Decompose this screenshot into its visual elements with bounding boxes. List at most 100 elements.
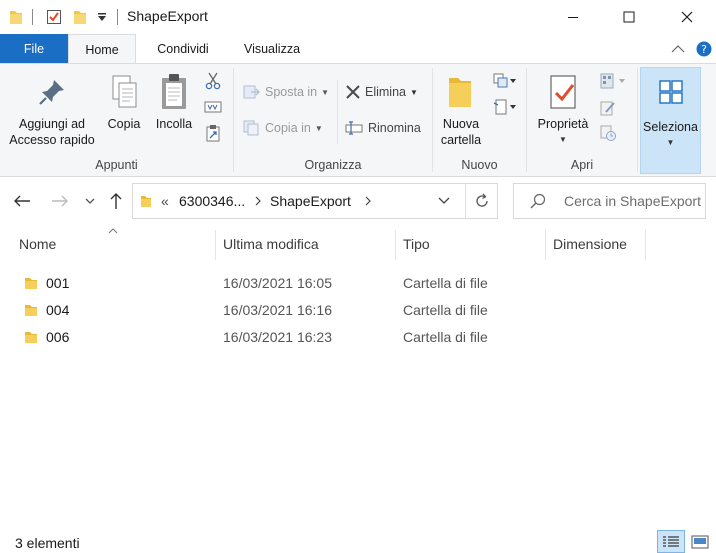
- file-modified: 16/03/2021 16:05: [223, 275, 332, 291]
- up-arrow-icon[interactable]: [105, 184, 127, 218]
- column-divider[interactable]: [395, 230, 396, 260]
- close-button[interactable]: [658, 0, 716, 34]
- file-row[interactable]: 004 16/03/2021 16:16 Cartella di file: [10, 297, 705, 323]
- column-header-size[interactable]: Dimensione: [553, 236, 627, 252]
- copy-icon: [104, 72, 144, 112]
- search-box[interactable]: Cerca in ShapeExport: [513, 183, 706, 219]
- file-type: Cartella di file: [403, 329, 488, 345]
- open-icon[interactable]: [596, 70, 630, 92]
- group-separator: [432, 68, 433, 172]
- paste-button[interactable]: Incolla: [150, 72, 198, 132]
- new-folder-button[interactable]: Nuova cartella: [436, 72, 486, 148]
- rename-button[interactable]: Rinomina: [345, 118, 421, 138]
- history-icon[interactable]: [596, 122, 620, 144]
- column-header-type[interactable]: Tipo: [403, 236, 430, 252]
- rename-label: Rinomina: [368, 121, 421, 135]
- select-icon: [641, 70, 700, 114]
- new-folder-icon: [436, 72, 486, 112]
- tab-file[interactable]: File: [0, 34, 68, 63]
- breadcrumb-chevron-icon[interactable]: [250, 184, 266, 218]
- pin-label-line2: Accesso rapido: [9, 133, 95, 147]
- address-bar[interactable]: « 6300346... ShapeExport: [132, 183, 498, 219]
- customize-toolbar-icon[interactable]: [94, 0, 110, 34]
- cut-icon[interactable]: [203, 70, 223, 92]
- column-divider[interactable]: [215, 230, 216, 260]
- file-modified: 16/03/2021 16:16: [223, 302, 332, 318]
- breadcrumb-segment-current[interactable]: ShapeExport: [270, 193, 351, 209]
- new-folder-label-line2: cartella: [440, 133, 482, 147]
- minimize-button[interactable]: [544, 0, 602, 34]
- tab-condividi[interactable]: Condividi: [143, 34, 223, 63]
- column-header-modified[interactable]: Ultima modifica: [223, 236, 319, 252]
- select-button[interactable]: Seleziona ▼: [640, 67, 701, 174]
- properties-check-icon[interactable]: [44, 0, 64, 34]
- move-to-button[interactable]: Sposta in ▼: [243, 82, 329, 102]
- status-item-count: 3 elementi: [15, 535, 80, 551]
- pin-icon: [4, 72, 100, 112]
- breadcrumb-segment-parent[interactable]: 6300346...: [179, 193, 245, 209]
- properties-label: Proprietà: [537, 117, 589, 131]
- address-dropdown-chevron-icon[interactable]: [430, 184, 458, 218]
- file-row[interactable]: 001 16/03/2021 16:05 Cartella di file: [10, 270, 705, 296]
- select-label: Seleziona: [643, 120, 698, 134]
- collapse-ribbon-icon[interactable]: [668, 34, 688, 63]
- paste-shortcut-icon[interactable]: [203, 122, 223, 144]
- delete-label: Elimina: [365, 85, 406, 99]
- refresh-icon[interactable]: [467, 184, 497, 218]
- file-row[interactable]: 006 16/03/2021 16:23 Cartella di file: [10, 324, 705, 350]
- column-divider[interactable]: [545, 230, 546, 260]
- details-view-icon: [663, 535, 679, 547]
- search-placeholder: Cerca in ShapeExport: [564, 193, 701, 209]
- properties-icon: [532, 72, 594, 112]
- back-arrow-icon[interactable]: [10, 184, 34, 218]
- file-modified: 16/03/2021 16:23: [223, 329, 332, 345]
- group-label-organizza: Organizza: [304, 158, 362, 172]
- ribbon-home: Aggiungi ad Accesso rapido Copia Incolla…: [0, 63, 716, 177]
- copy-to-button[interactable]: Copia in ▼: [243, 118, 323, 138]
- copy-label: Copia: [107, 117, 141, 131]
- edit-icon[interactable]: [596, 97, 620, 119]
- rename-icon: [345, 121, 363, 135]
- breadcrumb-chevron-icon[interactable]: [360, 184, 376, 218]
- window-title: ShapeExport: [127, 8, 208, 24]
- copy-path-icon[interactable]: [203, 97, 223, 117]
- address-folder-icon: [137, 184, 155, 218]
- properties-dropdown-icon: ▼: [559, 135, 567, 144]
- quick-access-separator: [32, 9, 33, 25]
- folder-icon: [22, 270, 40, 296]
- column-header-name[interactable]: Nome: [19, 236, 56, 252]
- delete-icon: [345, 84, 361, 100]
- easy-access-icon[interactable]: [490, 96, 520, 118]
- maximize-button[interactable]: [600, 0, 658, 34]
- large-icons-view-button[interactable]: [686, 530, 714, 553]
- move-icon: [243, 84, 261, 100]
- pin-label-line1: Aggiungi ad: [18, 117, 86, 131]
- tab-visualizza[interactable]: Visualizza: [230, 34, 314, 63]
- folder-icon[interactable]: [6, 0, 26, 34]
- delete-button[interactable]: Elimina ▼: [345, 82, 418, 102]
- properties-button[interactable]: Proprietà ▼: [532, 72, 594, 148]
- copy-to-label: Copia in: [265, 121, 311, 135]
- copy-button[interactable]: Copia: [104, 72, 144, 132]
- pin-quick-access-button[interactable]: Aggiungi ad Accesso rapido: [4, 72, 100, 148]
- new-folder-quick-icon[interactable]: [70, 0, 90, 34]
- group-label-apri: Apri: [570, 158, 594, 172]
- new-item-icon[interactable]: [490, 70, 520, 92]
- copy-to-dropdown-icon: ▼: [314, 123, 323, 133]
- folder-icon: [22, 324, 40, 350]
- forward-arrow-icon[interactable]: [48, 184, 72, 218]
- group-separator: [233, 68, 234, 172]
- select-dropdown-icon: ▼: [666, 138, 675, 147]
- address-overflow[interactable]: «: [161, 193, 169, 209]
- paste-icon: [150, 72, 198, 112]
- large-icons-view-icon: [691, 535, 709, 548]
- details-view-button[interactable]: [657, 530, 685, 553]
- move-label: Sposta in: [265, 85, 318, 99]
- tab-home[interactable]: Home: [68, 34, 136, 64]
- group-separator: [637, 68, 638, 172]
- column-divider[interactable]: [645, 230, 646, 260]
- recent-locations-chevron-icon[interactable]: [81, 184, 99, 218]
- help-icon[interactable]: ?: [694, 34, 714, 63]
- search-icon: [528, 184, 548, 218]
- title-bar: ShapeExport: [0, 0, 716, 34]
